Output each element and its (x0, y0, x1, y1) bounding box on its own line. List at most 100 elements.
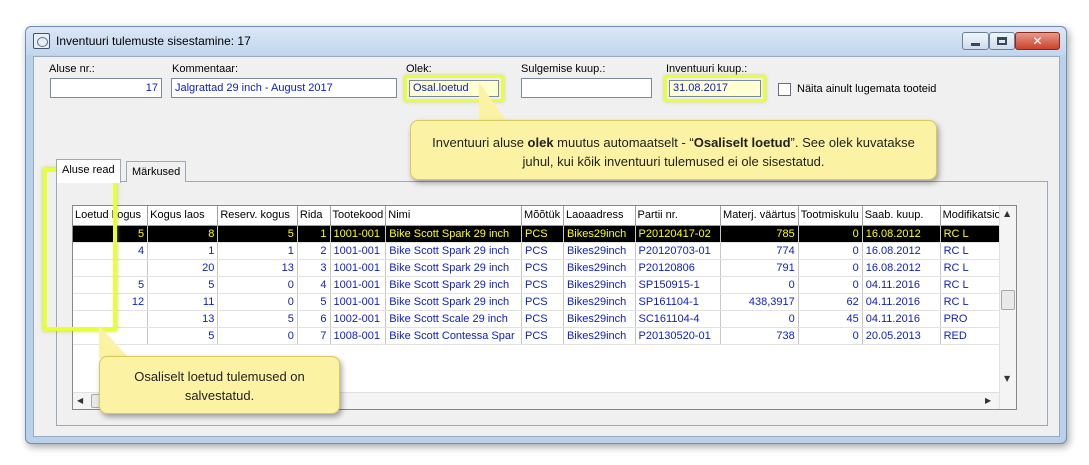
sulgemise-field[interactable] (521, 78, 652, 98)
column-header[interactable]: Tootekood (330, 206, 387, 226)
table-cell[interactable]: 13 (147, 310, 219, 328)
table-cell[interactable]: PCS (521, 259, 564, 277)
minimize-button[interactable] (962, 32, 989, 50)
column-header[interactable]: Laoaadress (563, 206, 636, 226)
table-cell[interactable]: Bikes29inch (563, 310, 636, 328)
table-cell[interactable]: 20 (147, 259, 219, 277)
table-cell[interactable]: Bikes29inch (563, 293, 636, 311)
table-cell[interactable]: 5 (217, 225, 298, 243)
aluse-field[interactable]: 17 (50, 78, 162, 98)
table-cell[interactable]: SC161104-4 (635, 310, 722, 328)
table-cell[interactable]: 1 (147, 242, 219, 260)
table-cell[interactable]: PCS (521, 276, 564, 294)
table-cell[interactable]: 6 (297, 310, 331, 328)
table-cell[interactable]: 16.08.2012 (862, 259, 941, 277)
table-cell[interactable]: Bikes29inch (563, 327, 636, 345)
table-cell[interactable]: 0 (720, 310, 799, 328)
table-cell[interactable]: 1002-001 (330, 310, 387, 328)
column-header[interactable]: Reserv. kogus (217, 206, 298, 226)
table-cell[interactable]: 0 (217, 293, 298, 311)
vertical-scroll-thumb[interactable] (1001, 290, 1015, 310)
table-row[interactable]: 12 11 0 5 1001-001 Bike Scott Spark 29 inch PC… (73, 293, 1017, 311)
table-cell[interactable]: Bikes29inch (563, 225, 636, 243)
table-cell[interactable]: 04.11.2016 (862, 276, 941, 294)
table-cell[interactable]: Bike Scott Spark 29 inch (385, 293, 523, 311)
table-cell[interactable]: 4 (297, 276, 331, 294)
table-cell[interactable]: 1001-001 (330, 259, 387, 277)
column-header[interactable]: Partii nr. (635, 206, 722, 226)
table-cell[interactable]: Bike Scott Spark 29 inch (385, 276, 523, 294)
title-bar[interactable]: Inventuuri tulemuste sisestamine: 17 ✕ (26, 27, 1066, 55)
table-cell[interactable]: 1001-001 (330, 293, 387, 311)
table-cell[interactable]: 16.08.2012 (862, 225, 941, 243)
scroll-down-icon[interactable]: ▼ (1004, 374, 1010, 383)
table-cell[interactable]: PCS (521, 293, 564, 311)
table-cell[interactable]: 16.08.2012 (862, 242, 941, 260)
table-cell[interactable]: 7 (297, 327, 331, 345)
table-cell[interactable]: 5 (297, 293, 331, 311)
table-cell[interactable]: 8 (147, 225, 219, 243)
table-cell[interactable]: 0 (798, 225, 863, 243)
table-cell[interactable]: 785 (720, 225, 799, 243)
table-cell[interactable]: 2 (297, 242, 331, 260)
column-header[interactable]: Kogus laos (147, 206, 219, 226)
table-cell[interactable]: 0 (798, 327, 863, 345)
column-header[interactable]: Tootmiskulu (798, 206, 863, 226)
table-cell[interactable]: PCS (521, 225, 564, 243)
table-cell[interactable]: 1 (297, 225, 331, 243)
table-cell[interactable]: P20120417-02 (635, 225, 722, 243)
table-cell[interactable]: 1001-001 (330, 242, 387, 260)
table-cell[interactable]: Bikes29inch (563, 276, 636, 294)
table-cell[interactable]: 0 (217, 327, 298, 345)
table-row[interactable]: 13 5 6 1002-001 Bike Scott Scale 29 inch PCS B… (73, 310, 1017, 328)
table-row[interactable]: 20 13 3 1001-001 Bike Scott Spark 29 inch PCS… (73, 259, 1017, 277)
column-header[interactable]: Nimi (385, 206, 523, 226)
table-cell[interactable]: PCS (521, 327, 564, 345)
table-cell[interactable]: 738 (720, 327, 799, 345)
column-header[interactable]: Saab. kuup. (862, 206, 941, 226)
table-cell[interactable]: 11 (147, 293, 219, 311)
table-cell[interactable]: PCS (521, 242, 564, 260)
column-header[interactable]: Rida (297, 206, 331, 226)
tab-markused[interactable]: Märkused (126, 161, 187, 182)
table-cell[interactable]: 5 (147, 276, 219, 294)
table-cell[interactable]: 1001-001 (330, 225, 387, 243)
table-cell[interactable]: Bikes29inch (563, 242, 636, 260)
table-cell[interactable]: Bike Scott Spark 29 inch (385, 225, 523, 243)
table-cell[interactable]: 04.11.2016 (862, 293, 941, 311)
table-cell[interactable]: 5 (217, 310, 298, 328)
table-row[interactable]: 5 8 5 1 1001-001 Bike Scott Spark 29 inch PCS B… (73, 225, 1017, 243)
table-cell[interactable]: 438,3917 (720, 293, 799, 311)
scroll-right-icon[interactable]: ▶ (985, 396, 991, 405)
table-cell[interactable]: P20120703-01 (635, 242, 722, 260)
table-row[interactable]: 5 0 7 1008-001 Bike Scott Contessa Spar PCS Bi… (73, 327, 1017, 345)
kommentaar-field[interactable]: Jalgrattad 29 inch - August 2017 (171, 78, 397, 98)
table-cell[interactable]: 1008-001 (330, 327, 387, 345)
table-cell[interactable]: P20120806 (635, 259, 722, 277)
table-row[interactable]: 5 5 0 4 1001-001 Bike Scott Spark 29 inch PCS B… (73, 276, 1017, 294)
table-cell[interactable]: Bike Scott Spark 29 inch (385, 242, 523, 260)
table-cell[interactable]: 1001-001 (330, 276, 387, 294)
maximize-button[interactable] (989, 32, 1015, 50)
table-cell[interactable]: Bikes29inch (563, 259, 636, 277)
table-row[interactable]: 4 1 1 2 1001-001 Bike Scott Spark 29 inch PCS B… (73, 242, 1017, 260)
naita-checkbox[interactable] (778, 83, 791, 96)
table-cell[interactable]: 0 (798, 276, 863, 294)
table-cell[interactable]: 04.11.2016 (862, 310, 941, 328)
table-cell[interactable]: PCS (521, 310, 564, 328)
vertical-scrollbar[interactable]: ▲ ▼ (999, 206, 1016, 409)
column-header[interactable]: Mõõtük (521, 206, 564, 226)
table-cell[interactable]: 62 (798, 293, 863, 311)
table-cell[interactable]: 5 (147, 327, 219, 345)
table-cell[interactable]: 3 (297, 259, 331, 277)
table-cell[interactable]: 774 (720, 242, 799, 260)
scroll-left-icon[interactable]: ◀ (77, 396, 83, 405)
table-cell[interactable]: 0 (720, 276, 799, 294)
table-cell[interactable]: 20.05.2013 (862, 327, 941, 345)
table-cell[interactable]: SP161104-1 (635, 293, 722, 311)
tab-aluse-read[interactable]: Aluse read (56, 159, 121, 183)
table-cell[interactable]: Bike Scott Scale 29 inch (385, 310, 523, 328)
table-cell[interactable]: 0 (217, 276, 298, 294)
table-cell[interactable]: 13 (217, 259, 298, 277)
table-cell[interactable]: 0 (798, 242, 863, 260)
